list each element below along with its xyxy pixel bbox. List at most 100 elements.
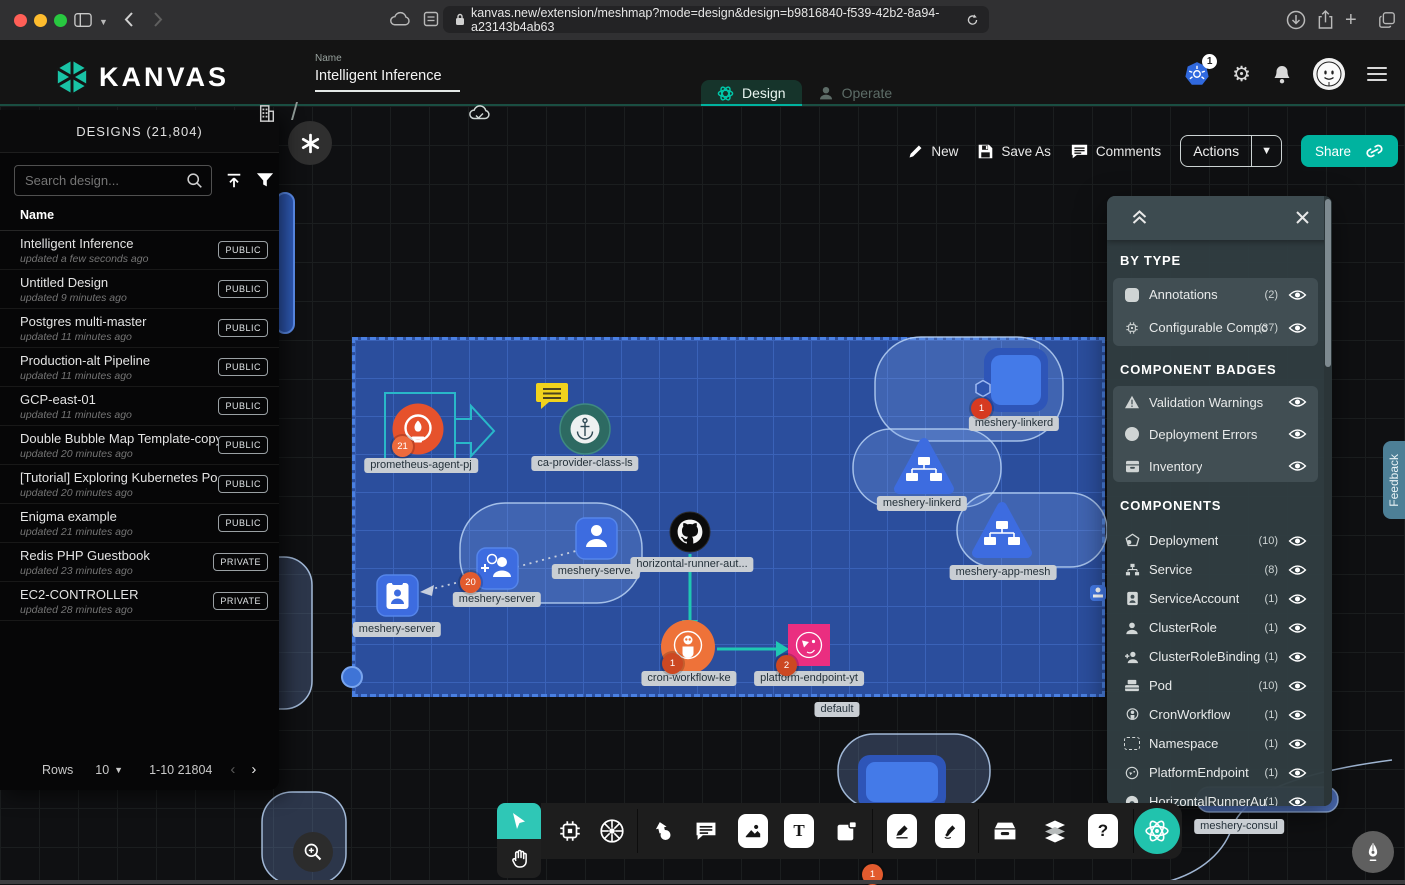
visibility-eye-icon[interactable] xyxy=(1288,680,1307,692)
visibility-eye-icon[interactable] xyxy=(1288,322,1307,334)
node-label[interactable]: prometheus-agent-pj xyxy=(364,458,478,473)
visibility-eye-icon[interactable] xyxy=(1288,593,1307,605)
next-page-button[interactable]: › xyxy=(251,761,256,778)
component-row-deployment[interactable]: Deployment (10) xyxy=(1113,526,1318,555)
maximize-window-button[interactable] xyxy=(54,14,67,27)
design-row[interactable]: [Tutorial] Exploring Kubernetes Podupdat… xyxy=(0,465,279,504)
snowflake-freeze-button[interactable] xyxy=(288,121,332,165)
visibility-eye-icon[interactable] xyxy=(1288,796,1307,807)
component-row-service[interactable]: Service (8) xyxy=(1113,555,1318,584)
sketch-pen-tool-button[interactable] xyxy=(935,814,965,848)
namespace-label[interactable]: default xyxy=(814,702,859,717)
visibility-eye-icon[interactable] xyxy=(1288,396,1307,408)
component-row-clusterrolebinding[interactable]: ClusterRoleBinding (1) xyxy=(1113,642,1318,671)
url-bar[interactable]: kanvas.new/extension/meshmap?mode=design… xyxy=(443,6,989,33)
badge-row-inventory[interactable]: Inventory xyxy=(1113,450,1318,482)
import-design-icon[interactable] xyxy=(225,172,243,190)
visibility-eye-icon[interactable] xyxy=(1288,622,1307,634)
node-label[interactable]: platform-endpoint-yt xyxy=(754,671,864,686)
sidebar-toggle-icon[interactable] xyxy=(74,12,92,28)
design-row[interactable]: Enigma exampleupdated 21 minutes ago PUB… xyxy=(0,504,279,543)
prev-page-button[interactable]: ‹ xyxy=(230,761,235,778)
comments-button[interactable]: Comments xyxy=(1070,143,1161,160)
design-row[interactable]: GCP-east-01updated 11 minutes ago PUBLIC xyxy=(0,387,279,426)
downloads-icon[interactable] xyxy=(1286,10,1306,30)
node-label[interactable]: meshery-linkerd xyxy=(877,496,967,511)
visibility-eye-icon[interactable] xyxy=(1288,767,1307,779)
node-label[interactable]: cron-workflow-ke xyxy=(641,671,736,686)
tab-overview-icon[interactable] xyxy=(1378,10,1396,30)
component-row-clusterrole[interactable]: ClusterRole (1) xyxy=(1113,613,1318,642)
reload-icon[interactable] xyxy=(966,13,979,27)
node-label[interactable]: horizontal-runner-aut... xyxy=(630,557,753,572)
note-tool-button[interactable] xyxy=(836,820,859,843)
pan-tool-button[interactable] xyxy=(497,839,541,878)
kubernetes-context-button[interactable]: 1 xyxy=(1184,61,1210,87)
component-row-serviceaccount[interactable]: ServiceAccount (1) xyxy=(1113,584,1318,613)
help-tool-button[interactable]: ? xyxy=(1088,814,1118,848)
forward-icon[interactable] xyxy=(153,11,163,28)
tab-design[interactable]: Design xyxy=(701,80,802,106)
minimize-window-button[interactable] xyxy=(34,14,47,27)
rows-per-page-select[interactable]: 10 ▼ xyxy=(95,763,123,777)
design-name-value[interactable]: Intelligent Inference xyxy=(315,68,460,92)
node-label[interactable]: meshery-app-mesh xyxy=(950,565,1057,580)
new-button[interactable]: New xyxy=(907,143,958,160)
design-row[interactable]: Redis PHP Guestbookupdated 23 minutes ag… xyxy=(0,543,279,582)
notifications-bell-icon[interactable] xyxy=(1273,64,1291,85)
namespace-selection-rect[interactable] xyxy=(352,337,1105,697)
text-tool-button[interactable]: T xyxy=(784,814,814,848)
select-tool-button[interactable] xyxy=(497,803,541,839)
close-icon[interactable] xyxy=(1295,210,1310,225)
search-input[interactable] xyxy=(14,165,212,196)
collapse-panel-icon[interactable] xyxy=(1131,208,1148,226)
node-label[interactable]: meshery-server xyxy=(552,564,640,579)
image-tool-button[interactable] xyxy=(738,814,768,848)
meshery-dock-button[interactable] xyxy=(1134,808,1180,854)
filter-icon[interactable] xyxy=(256,172,274,189)
design-name-field[interactable]: Name Intelligent Inference xyxy=(315,53,460,92)
node-label[interactable]: meshery-server xyxy=(353,622,441,637)
chevron-down-icon[interactable]: ▼ xyxy=(99,17,108,27)
kanvas-logo[interactable]: KANVAS xyxy=(54,59,229,95)
component-row-pod[interactable]: Pod (10) xyxy=(1113,671,1318,700)
design-row[interactable]: Untitled Designupdated 9 minutes ago PUB… xyxy=(0,270,279,309)
hamburger-menu-icon[interactable] xyxy=(1367,63,1387,85)
share-icon[interactable] xyxy=(1317,9,1334,30)
design-row[interactable]: Intelligent Inferenceupdated a few secon… xyxy=(0,231,279,270)
visibility-eye-icon[interactable] xyxy=(1288,738,1307,750)
visibility-eye-icon[interactable] xyxy=(1288,709,1307,721)
type-row-annotations[interactable]: Annotations (2) xyxy=(1113,278,1318,311)
component-row-platformendpoint[interactable]: PlatformEndpoint (1) xyxy=(1113,758,1318,787)
actions-dropdown-button[interactable]: Actions ▼ xyxy=(1180,135,1282,167)
comment-tool-button[interactable] xyxy=(694,821,718,842)
visibility-eye-icon[interactable] xyxy=(1288,651,1307,663)
components-tool-button[interactable] xyxy=(557,818,583,844)
design-pen-tool-button[interactable] xyxy=(887,814,917,848)
designs-column-header[interactable]: Name xyxy=(0,208,279,231)
reader-icon[interactable] xyxy=(423,11,439,27)
design-row[interactable]: Postgres multi-masterupdated 11 minutes … xyxy=(0,309,279,348)
tab-operate[interactable]: Operate xyxy=(802,80,909,106)
component-row-cronworkflow[interactable]: CronWorkflow (1) xyxy=(1113,700,1318,729)
icloud-icon[interactable] xyxy=(388,11,411,27)
panel-scrollbar[interactable] xyxy=(1324,196,1332,806)
cloud-save-icon[interactable] xyxy=(467,104,491,121)
design-row[interactable]: Production-alt Pipelineupdated 11 minute… xyxy=(0,348,279,387)
type-row-configurable-components[interactable]: Configurable Compon (37) xyxy=(1113,311,1318,344)
zoom-in-button[interactable] xyxy=(293,832,333,872)
design-row[interactable]: Double Bubble Map Template-copyupdated 2… xyxy=(0,426,279,465)
component-row-namespace[interactable]: Namespace (1) xyxy=(1113,729,1318,758)
design-row[interactable]: EC2-CONTROLLERupdated 28 minutes ago PRI… xyxy=(0,582,279,621)
user-avatar[interactable] xyxy=(1313,58,1345,90)
settings-gear-icon[interactable]: ⚙ xyxy=(1232,62,1251,87)
panel-scrollbar-thumb[interactable] xyxy=(1325,199,1331,367)
visibility-eye-icon[interactable] xyxy=(1288,535,1307,547)
visibility-eye-icon[interactable] xyxy=(1288,460,1307,472)
feedback-tab[interactable]: Feedback xyxy=(1383,441,1405,519)
node-label[interactable]: meshery-server xyxy=(453,592,541,607)
chevron-down-icon[interactable]: ▼ xyxy=(1251,136,1281,166)
organization-icon[interactable] xyxy=(258,102,276,125)
shapes-tool-button[interactable] xyxy=(650,819,674,843)
close-window-button[interactable] xyxy=(14,14,27,27)
